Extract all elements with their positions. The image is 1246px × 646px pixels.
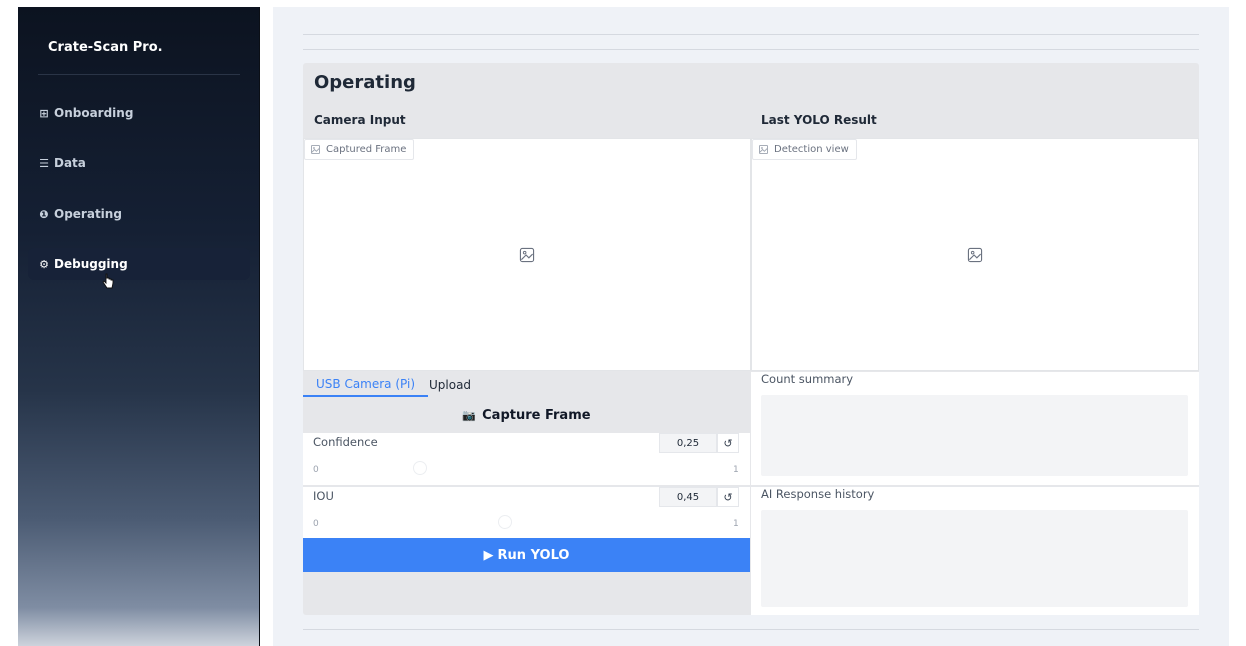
sidebar-item-data[interactable]: ☰ Data bbox=[28, 147, 250, 179]
iou-max: 1 bbox=[733, 519, 739, 529]
count-summary-block: Count summary bbox=[751, 372, 1199, 485]
image-placeholder-icon bbox=[967, 247, 983, 262]
divider bbox=[303, 34, 1199, 35]
iou-label: IOU bbox=[313, 489, 334, 503]
ai-history-label: AI Response history bbox=[761, 487, 875, 501]
play-icon: ▶ bbox=[483, 547, 494, 563]
detection-view-chip: Detection view bbox=[752, 139, 857, 160]
tab-upload[interactable]: Upload bbox=[429, 372, 471, 397]
iou-value-input[interactable]: 0,45 bbox=[659, 487, 717, 507]
iou-slider-thumb[interactable] bbox=[498, 515, 513, 529]
count-summary-label: Count summary bbox=[761, 372, 854, 386]
sidebar-item-label: Onboarding bbox=[54, 106, 134, 120]
camera-icon: 📷 bbox=[462, 409, 477, 422]
sidebar-item-label: Debugging bbox=[54, 257, 128, 271]
ai-history-textarea[interactable] bbox=[761, 510, 1188, 607]
run-yolo-button[interactable]: ▶ Run YOLO bbox=[303, 538, 750, 572]
confidence-min: 0 bbox=[313, 465, 319, 475]
operating-panel: Operating Camera Input Last YOLO Result … bbox=[303, 63, 1199, 615]
sidebar-item-label: Operating bbox=[54, 207, 122, 221]
panel-title: Operating bbox=[314, 72, 416, 93]
sidebar-item-onboarding[interactable]: ⊞ Onboarding bbox=[28, 97, 250, 129]
camera-source-tabs: USB Camera (Pi) Upload bbox=[303, 372, 750, 398]
sidebar-item-operating[interactable]: ❶ Operating bbox=[28, 198, 250, 230]
capture-frame-label: Capture Frame bbox=[482, 408, 591, 423]
detection-view-image[interactable]: Detection view bbox=[751, 138, 1199, 371]
main-content: Operating Camera Input Last YOLO Result … bbox=[273, 7, 1229, 646]
gear-icon: ⚙ bbox=[39, 257, 49, 271]
sidebar-item-label: Data bbox=[54, 156, 86, 170]
grid-icon: ⊞ bbox=[39, 106, 49, 120]
app-brand: Crate-Scan Pro. bbox=[48, 40, 163, 55]
divider bbox=[303, 629, 1199, 630]
divider bbox=[303, 49, 1199, 50]
image-placeholder-icon bbox=[519, 247, 535, 262]
ai-history-block: AI Response history bbox=[751, 486, 1199, 615]
iou-min: 0 bbox=[313, 519, 319, 529]
image-icon bbox=[759, 145, 768, 154]
count-summary-textarea[interactable] bbox=[761, 395, 1188, 476]
last-result-title: Last YOLO Result bbox=[761, 113, 877, 127]
confidence-value-input[interactable]: 0,25 bbox=[659, 433, 717, 453]
run-yolo-label: Run YOLO bbox=[497, 547, 570, 563]
sidebar-item-debugging[interactable]: ⚙ Debugging bbox=[28, 248, 250, 280]
list-icon: ☰ bbox=[39, 156, 49, 170]
confidence-slider-thumb[interactable] bbox=[412, 461, 427, 475]
brand-divider bbox=[38, 74, 240, 75]
chip-label: Detection view bbox=[774, 144, 849, 155]
confidence-reset-icon[interactable]: ↺ bbox=[717, 433, 739, 453]
captured-frame-image[interactable]: Captured Frame bbox=[303, 138, 751, 371]
chip-label: Captured Frame bbox=[326, 144, 407, 155]
info-circle-icon: ❶ bbox=[39, 207, 49, 221]
iou-slider-block: IOU 0,45 ↺ 0 1 bbox=[303, 486, 750, 538]
capture-frame-button[interactable]: 📷 Capture Frame bbox=[303, 398, 750, 433]
confidence-slider-block: Confidence 0,25 ↺ 0 1 bbox=[303, 433, 750, 485]
camera-input-title: Camera Input bbox=[314, 113, 406, 127]
iou-reset-icon[interactable]: ↺ bbox=[717, 487, 739, 507]
confidence-label: Confidence bbox=[313, 435, 378, 449]
confidence-max: 1 bbox=[733, 465, 739, 475]
tab-usb-camera[interactable]: USB Camera (Pi) bbox=[303, 372, 429, 397]
sidebar: Crate-Scan Pro. ⊞ Onboarding ☰ Data ❶ Op… bbox=[18, 7, 260, 646]
hand-cursor-icon bbox=[102, 273, 114, 289]
captured-frame-chip: Captured Frame bbox=[304, 139, 415, 160]
image-icon bbox=[311, 145, 320, 154]
